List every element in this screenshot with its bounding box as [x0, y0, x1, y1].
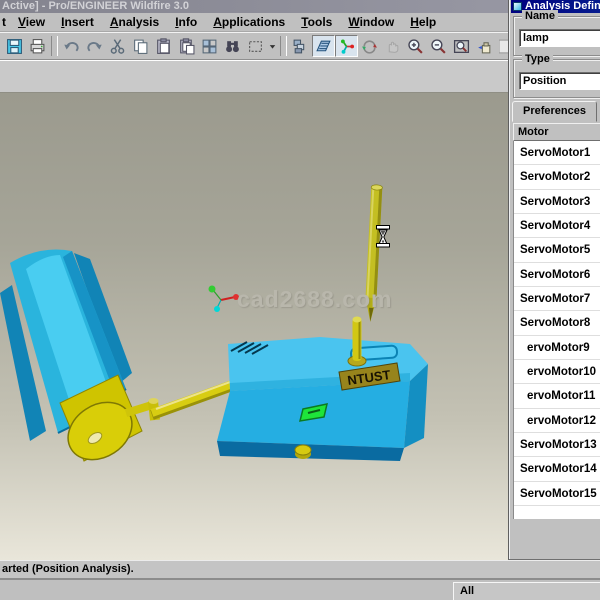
type-select[interactable] [519, 72, 600, 90]
motor-row-servomotor14[interactable]: ServoMotor14 [514, 457, 600, 481]
status-message: arted (Position Analysis). [2, 563, 134, 575]
repaint-icon[interactable] [473, 35, 496, 57]
view-manager-icon[interactable] [289, 35, 312, 57]
csys-triad [209, 286, 240, 313]
menu-item-applications[interactable]: Applications [205, 13, 293, 31]
print-icon[interactable] [26, 35, 49, 57]
paste-special-icon[interactable] [175, 35, 198, 57]
selection-filter-field[interactable]: All [453, 582, 600, 600]
copy-icon[interactable] [129, 35, 152, 57]
motor-row-servomotor3[interactable]: ServoMotor3 [514, 190, 600, 214]
menu-item-info[interactable]: Info [167, 13, 205, 31]
menu-item-tools[interactable]: Tools [293, 13, 340, 31]
tab-preferences[interactable]: Preferences [512, 101, 597, 122]
type-group: Type [513, 59, 600, 98]
menu-item-window[interactable]: Window [340, 13, 402, 31]
select-arrow-icon[interactable] [267, 35, 278, 57]
toolbar-separator [51, 36, 58, 56]
dialog-tabs: Preferences Motors [512, 101, 600, 122]
menu-item-insert[interactable]: Insert [53, 13, 102, 31]
name-group: Name [513, 16, 600, 56]
motor-column-header: Motor [513, 123, 600, 141]
motor-row-servomotor5[interactable]: ServoMotor5 [514, 238, 600, 262]
status-message-bar: arted (Position Analysis). [0, 560, 600, 578]
motor-row-servomotor4[interactable]: ServoMotor4 [514, 214, 600, 238]
cylinder-part [0, 250, 143, 472]
analysis-definition-dialog: Analysis Definition Name Type Preference… [508, 0, 600, 561]
menu-item-help[interactable]: Help [402, 13, 444, 31]
motor-row-servomotor1[interactable]: ServoMotor1 [514, 141, 600, 165]
motor-row-ervomotor12[interactable]: ervoMotor12 [514, 409, 600, 433]
dialog-icon [513, 2, 522, 11]
find-icon[interactable] [221, 35, 244, 57]
base-box-part: NTUST [217, 317, 428, 462]
refit-icon[interactable] [450, 35, 473, 57]
select-rect-icon[interactable] [244, 35, 267, 57]
spin-center-icon[interactable] [358, 35, 381, 57]
redo-icon[interactable] [83, 35, 106, 57]
zoom-out-icon[interactable] [427, 35, 450, 57]
save-icon[interactable] [3, 35, 26, 57]
motor-row-servomotor6[interactable]: ServoMotor6 [514, 263, 600, 287]
motor-row-servomotor2[interactable]: ServoMotor2 [514, 165, 600, 189]
menu-item-view[interactable]: View [10, 13, 53, 31]
undo-icon[interactable] [60, 35, 83, 57]
motor-row-servomotor13[interactable]: ServoMotor13 [514, 433, 600, 457]
zoom-in-icon[interactable] [404, 35, 427, 57]
motor-row-ervomotor11[interactable]: ervoMotor11 [514, 384, 600, 408]
paste-icon[interactable] [152, 35, 175, 57]
datum-plane-display-icon[interactable] [312, 35, 335, 57]
motor-row-ervomotor9[interactable]: ervoMotor9 [514, 336, 600, 360]
csys-display-icon[interactable] [335, 35, 358, 57]
name-group-label: Name [522, 10, 558, 23]
motor-row-ervomotor10[interactable]: ervoMotor10 [514, 360, 600, 384]
motor-row-servomotor7[interactable]: ServoMotor7 [514, 287, 600, 311]
window-title: Active] - Pro/ENGINEER Wildfire 3.0 [2, 0, 189, 12]
motor-row-servomotor8[interactable]: ServoMotor8 [514, 311, 600, 335]
menu-item-t[interactable]: t [0, 13, 10, 31]
menu-item-analysis[interactable]: Analysis [102, 13, 167, 31]
regenerate-icon[interactable] [198, 35, 221, 57]
toolbar-separator [280, 36, 287, 56]
motor-row-servomotor15[interactable]: ServoMotor15 [514, 482, 600, 506]
watermark-text: cad2688.com [237, 286, 392, 312]
motor-list: ServoMotor1ServoMotor2ServoMotor3ServoMo… [513, 141, 600, 519]
name-input[interactable] [519, 29, 600, 47]
type-group-label: Type [522, 53, 553, 66]
cut-icon[interactable] [106, 35, 129, 57]
pan-icon[interactable] [381, 35, 404, 57]
